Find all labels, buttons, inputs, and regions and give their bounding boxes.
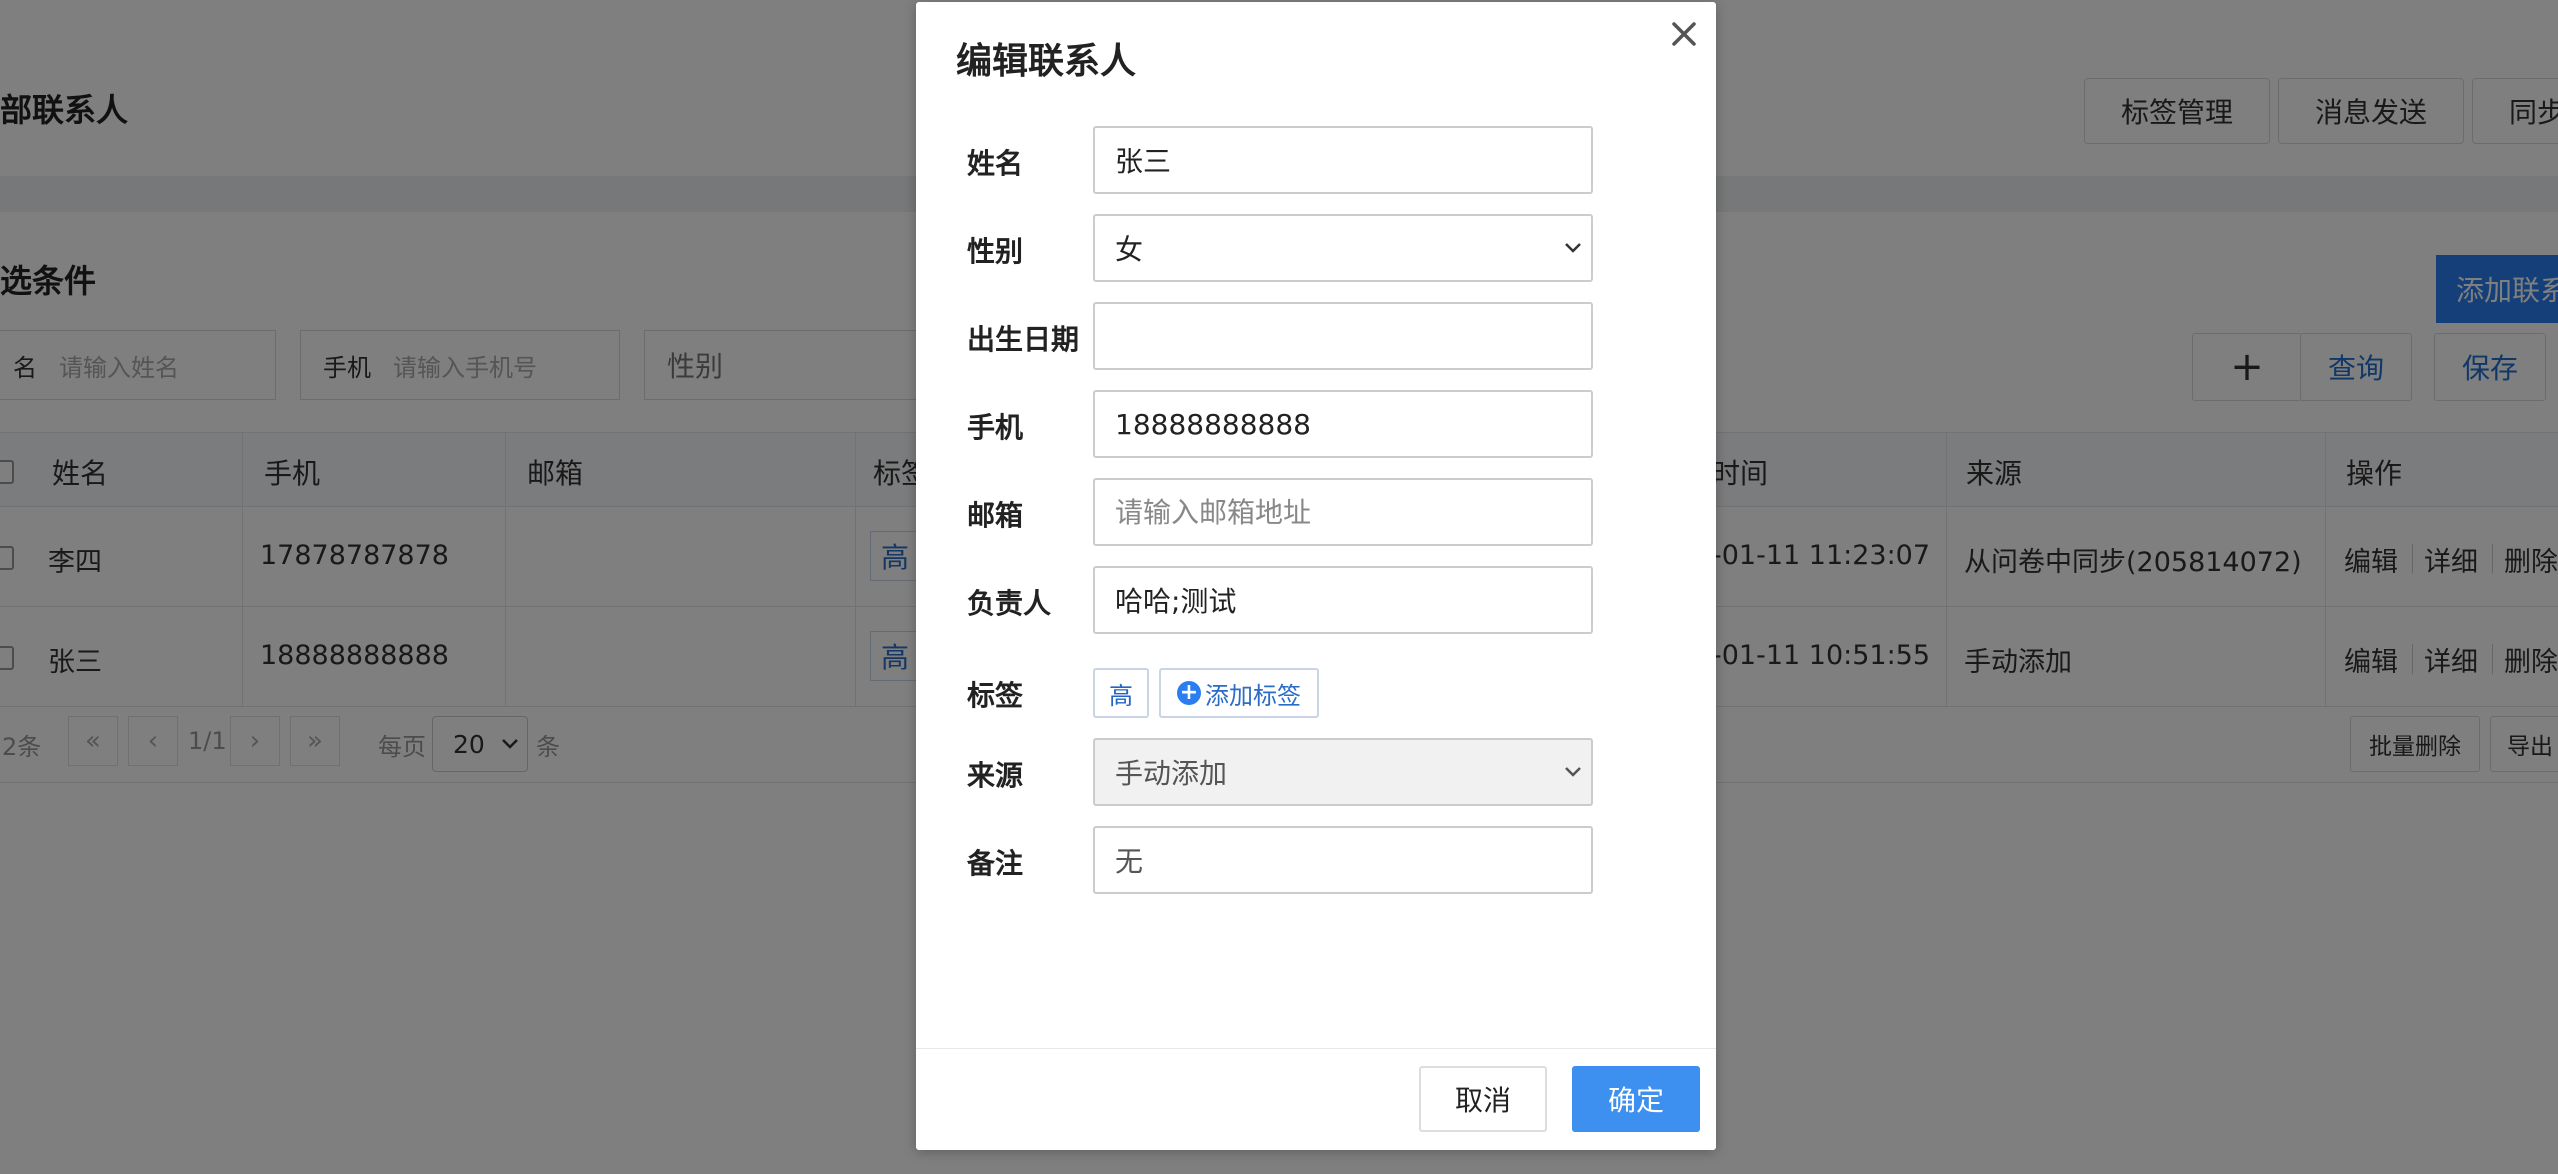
dialog-footer-divider — [916, 1048, 1716, 1049]
chevron-down-icon — [1565, 243, 1581, 253]
name-label: 姓名 — [967, 147, 1024, 180]
email-label: 邮箱 — [967, 499, 1024, 532]
tags-label: 标签 — [967, 679, 1024, 712]
phone-input[interactable] — [1093, 390, 1593, 458]
owner-input[interactable] — [1093, 566, 1593, 634]
dialog-title: 编辑联系人 — [956, 41, 1137, 82]
add-tag-label: 添加标签 — [1205, 681, 1301, 710]
tag-chip[interactable]: 高 — [1093, 668, 1149, 718]
edit-contact-dialog: 编辑联系人 姓名 性别 女 出生日期 手机 邮箱 负责人 标签 高 + 添加标签… — [916, 2, 1716, 1150]
remark-label: 备注 — [967, 847, 1024, 880]
gender-select[interactable]: 女 — [1093, 214, 1593, 282]
birthday-input[interactable] — [1093, 302, 1593, 370]
remark-input[interactable] — [1093, 826, 1593, 894]
cancel-button[interactable]: 取消 — [1419, 1066, 1547, 1132]
confirm-button[interactable]: 确定 — [1572, 1066, 1700, 1132]
owner-label: 负责人 — [967, 587, 1052, 620]
name-input[interactable] — [1093, 126, 1593, 194]
phone-label: 手机 — [967, 411, 1024, 444]
gender-label: 性别 — [967, 235, 1024, 268]
email-input[interactable] — [1093, 478, 1593, 546]
source-select: 手动添加 — [1093, 738, 1593, 806]
source-value: 手动添加 — [1115, 757, 1228, 790]
gender-value: 女 — [1115, 233, 1144, 266]
add-tag-button[interactable]: + 添加标签 — [1159, 668, 1319, 718]
chevron-down-icon — [1565, 767, 1581, 777]
birthday-label: 出生日期 — [967, 323, 1080, 356]
close-button[interactable] — [1664, 14, 1704, 54]
close-icon — [1672, 22, 1696, 46]
source-label: 来源 — [967, 759, 1024, 792]
plus-circle-icon: + — [1177, 681, 1201, 705]
